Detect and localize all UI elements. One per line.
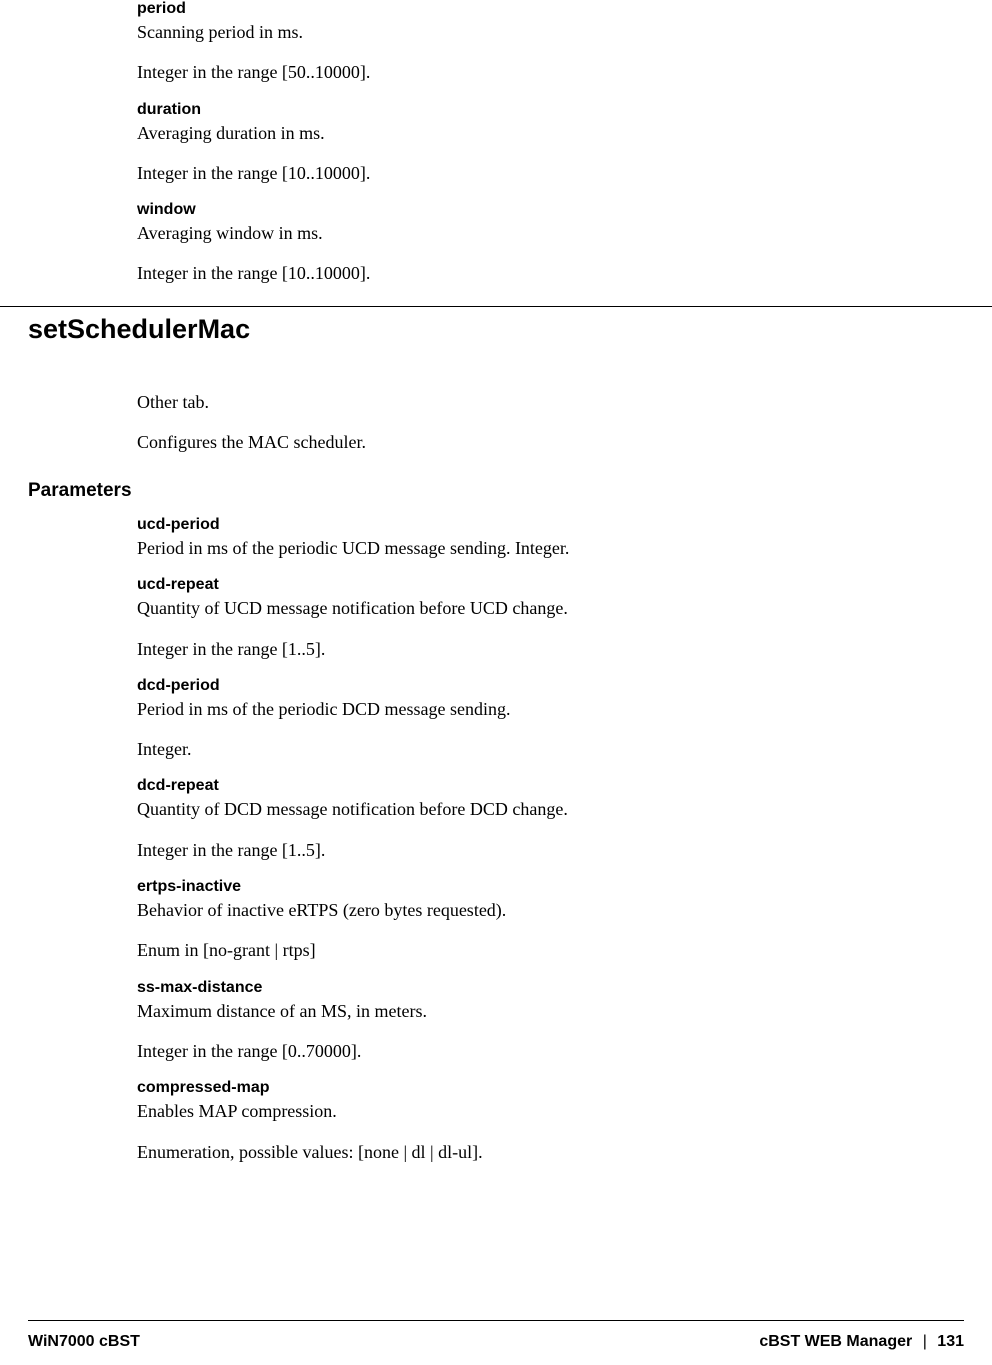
param-line: Period in ms of the periodic UCD message… bbox=[137, 536, 952, 560]
param-name: ss-max-distance bbox=[137, 979, 952, 997]
section-heading-wrap: setSchedulerMac bbox=[28, 314, 250, 345]
param-line: Quantity of DCD message notification bef… bbox=[137, 797, 952, 821]
param-line: Enumeration, possible values: [none | dl… bbox=[137, 1140, 952, 1164]
param-line: Quantity of UCD message notification bef… bbox=[137, 596, 952, 620]
section-intro-line: Other tab. bbox=[137, 390, 952, 414]
param-name: ertps-inactive bbox=[137, 878, 952, 896]
param-name: period bbox=[137, 0, 952, 18]
parameters-heading: Parameters bbox=[28, 480, 132, 502]
param-line: Enum in [no-grant | rtps] bbox=[137, 938, 952, 962]
footer-title: cBST WEB Manager bbox=[759, 1333, 912, 1350]
param-desc: Scanning period in ms. bbox=[137, 20, 952, 44]
param-line: Maximum distance of an MS, in meters. bbox=[137, 999, 952, 1023]
param-name: duration bbox=[137, 101, 952, 119]
footer-left: WiN7000 cBST bbox=[28, 1333, 140, 1351]
param-line: Period in ms of the periodic DCD message… bbox=[137, 697, 952, 721]
param-desc: Averaging window in ms. bbox=[137, 221, 952, 245]
top-params-block: period Scanning period in ms. Integer in… bbox=[137, 0, 952, 302]
param-line: Enables MAP compression. bbox=[137, 1099, 952, 1123]
footer-right: cBST WEB Manager | 131 bbox=[759, 1333, 964, 1351]
section-intro-line: Configures the MAC scheduler. bbox=[137, 430, 952, 454]
footer-page-number: 131 bbox=[937, 1333, 964, 1350]
param-desc: Averaging duration in ms. bbox=[137, 121, 952, 145]
param-line: Integer in the range [1..5]. bbox=[137, 637, 952, 661]
param-range: Integer in the range [50..10000]. bbox=[137, 60, 952, 84]
param-range: Integer in the range [10..10000]. bbox=[137, 161, 952, 185]
param-line: Integer. bbox=[137, 737, 952, 761]
parameters-block: ucd-period Period in ms of the periodic … bbox=[137, 516, 952, 1180]
param-name: compressed-map bbox=[137, 1079, 952, 1097]
section-divider bbox=[0, 306, 992, 307]
param-name: dcd-period bbox=[137, 677, 952, 695]
param-line: Integer in the range [1..5]. bbox=[137, 838, 952, 862]
footer-divider bbox=[28, 1320, 964, 1321]
param-name: window bbox=[137, 201, 952, 219]
footer-separator: | bbox=[917, 1333, 933, 1350]
param-name: dcd-repeat bbox=[137, 777, 952, 795]
page-footer: WiN7000 cBST cBST WEB Manager | 131 bbox=[28, 1333, 964, 1351]
param-name: ucd-repeat bbox=[137, 576, 952, 594]
param-line: Behavior of inactive eRTPS (zero bytes r… bbox=[137, 898, 952, 922]
param-line: Integer in the range [0..70000]. bbox=[137, 1039, 952, 1063]
page: period Scanning period in ms. Integer in… bbox=[0, 0, 992, 1365]
section-intro-block: Other tab. Configures the MAC scheduler. bbox=[137, 390, 952, 471]
section-heading: setSchedulerMac bbox=[28, 314, 250, 345]
param-range: Integer in the range [10..10000]. bbox=[137, 261, 952, 285]
param-name: ucd-period bbox=[137, 516, 952, 534]
